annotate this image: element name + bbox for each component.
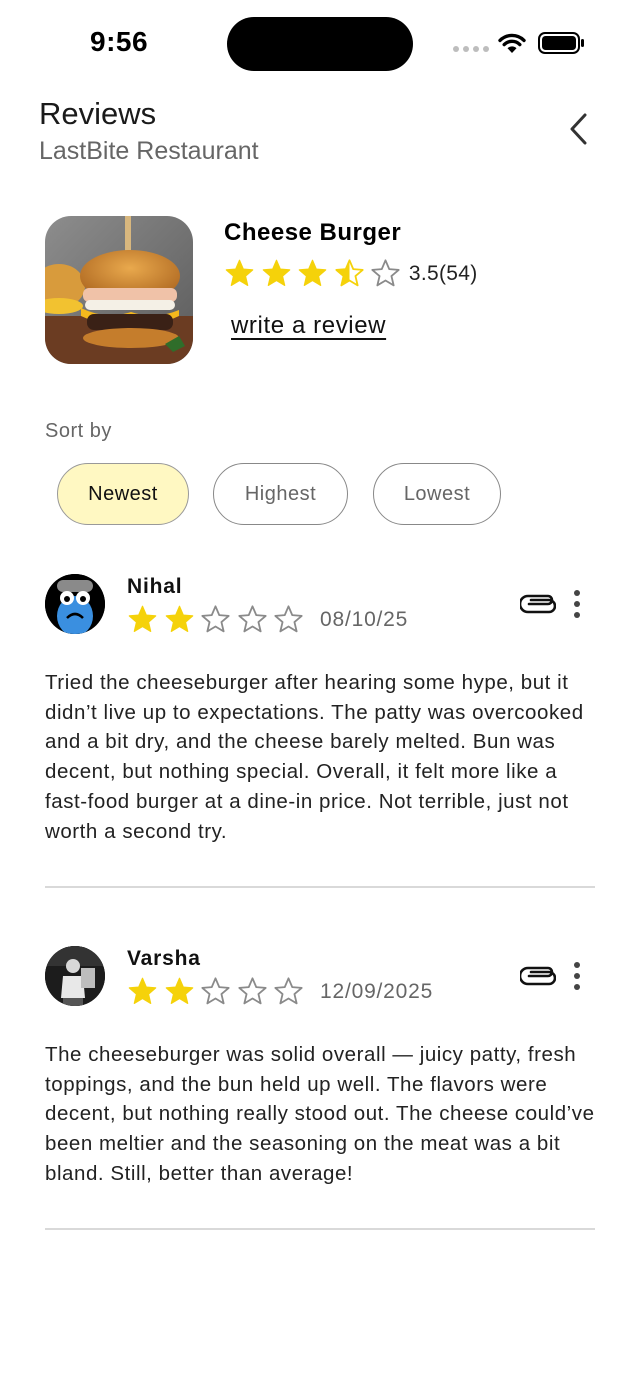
reviewer-avatar[interactable] bbox=[45, 574, 105, 634]
attachment-icon[interactable] bbox=[520, 593, 556, 615]
status-bar: 9:56 bbox=[0, 0, 640, 90]
write-review-link[interactable]: write a review bbox=[231, 312, 386, 340]
star-filled-icon bbox=[262, 259, 290, 287]
star-filled-icon bbox=[128, 977, 157, 1005]
star-empty-icon bbox=[274, 977, 303, 1005]
cellular-signal-icon bbox=[453, 46, 489, 52]
sort-chip-newest[interactable]: Newest bbox=[57, 463, 189, 525]
star-empty-icon bbox=[238, 977, 267, 1005]
star-empty-icon bbox=[371, 259, 400, 287]
reviewer-name: Varsha bbox=[127, 947, 201, 970]
sort-label: Sort by bbox=[45, 420, 112, 442]
restaurant-name: LastBite Restaurant bbox=[39, 137, 259, 165]
star-empty-icon bbox=[201, 977, 230, 1005]
review-date: 12/09/2025 bbox=[320, 980, 434, 1003]
wifi-icon bbox=[498, 33, 526, 53]
attachment-icon[interactable] bbox=[520, 965, 556, 987]
reviewer-avatar[interactable] bbox=[45, 946, 105, 1006]
product-name: Cheese Burger bbox=[224, 219, 402, 246]
star-empty-icon bbox=[238, 605, 267, 633]
review-star-rating bbox=[127, 604, 310, 635]
star-filled-icon bbox=[298, 259, 327, 287]
review-date: 08/10/25 bbox=[320, 608, 409, 631]
rating-summary: 3.5(54) bbox=[408, 261, 478, 285]
star-filled-icon bbox=[225, 259, 254, 287]
star-empty-icon bbox=[274, 605, 303, 633]
star-filled-icon bbox=[128, 605, 157, 633]
product-image bbox=[45, 216, 193, 364]
review-text: Tried the cheeseburger after hearing som… bbox=[45, 671, 584, 843]
sort-chip-highest[interactable]: Highest bbox=[213, 463, 348, 525]
star-empty-icon bbox=[201, 605, 230, 633]
star-filled-icon bbox=[165, 605, 193, 633]
star-filled-icon bbox=[165, 977, 193, 1005]
status-time: 9:56 bbox=[90, 26, 149, 57]
more-options-icon[interactable] bbox=[566, 587, 588, 621]
page-title: Reviews bbox=[39, 96, 157, 131]
divider bbox=[45, 886, 595, 888]
chevron-left-icon bbox=[570, 113, 587, 145]
divider bbox=[45, 1228, 595, 1230]
battery-icon bbox=[538, 32, 584, 54]
review-text: The cheeseburger was solid overall — jui… bbox=[45, 1043, 595, 1185]
sort-chip-lowest[interactable]: Lowest bbox=[373, 463, 501, 525]
review-star-rating bbox=[127, 976, 310, 1007]
product-rating: 3.5(54) bbox=[224, 258, 478, 289]
star-half-icon bbox=[335, 259, 364, 287]
back-button[interactable] bbox=[560, 108, 598, 150]
dynamic-island bbox=[227, 17, 413, 71]
more-options-icon[interactable] bbox=[566, 959, 588, 993]
reviewer-name: Nihal bbox=[127, 575, 183, 598]
product-star-rating bbox=[224, 258, 407, 289]
